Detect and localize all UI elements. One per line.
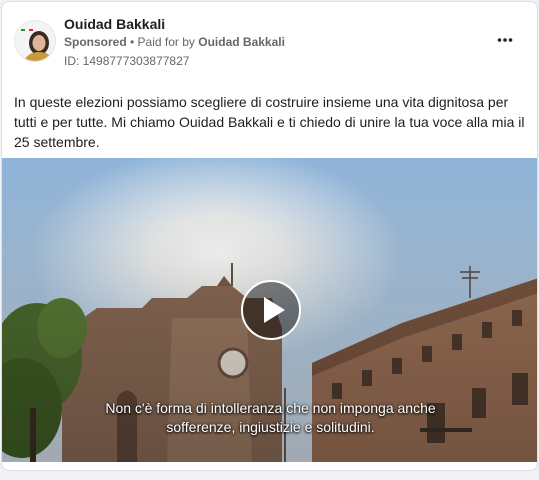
separator-dot: • <box>126 35 138 49</box>
ad-card: Ouidad Bakkali Sponsored • Paid for by O… <box>1 1 538 471</box>
play-button[interactable] <box>241 280 301 340</box>
video-player[interactable]: Non c'è forma di intolleranza che non im… <box>2 158 537 462</box>
page-name[interactable]: Ouidad Bakkali <box>64 16 165 32</box>
avatar[interactable] <box>14 20 56 62</box>
video-subtitle-line-1: Non c'è forma di intolleranza che non im… <box>105 400 436 416</box>
avatar-image <box>15 21 55 61</box>
post-header: Ouidad Bakkali Sponsored • Paid for by O… <box>14 14 525 68</box>
more-horizontal-icon <box>497 38 513 42</box>
video-subtitle-line-2: sofferenze, ingiustizie e solitudini. <box>166 419 375 435</box>
sponsor-line: Sponsored • Paid for by Ouidad Bakkali <box>64 35 285 49</box>
more-options-button[interactable] <box>491 28 519 52</box>
ad-id: ID: 1498777303877827 <box>64 54 190 68</box>
paid-for-name[interactable]: Ouidad Bakkali <box>198 35 285 49</box>
play-icon <box>241 280 301 340</box>
paid-for-prefix: Paid for by <box>137 35 199 49</box>
post-text: In queste elezioni possiamo scegliere di… <box>14 94 525 150</box>
sponsored-label: Sponsored <box>64 35 127 49</box>
